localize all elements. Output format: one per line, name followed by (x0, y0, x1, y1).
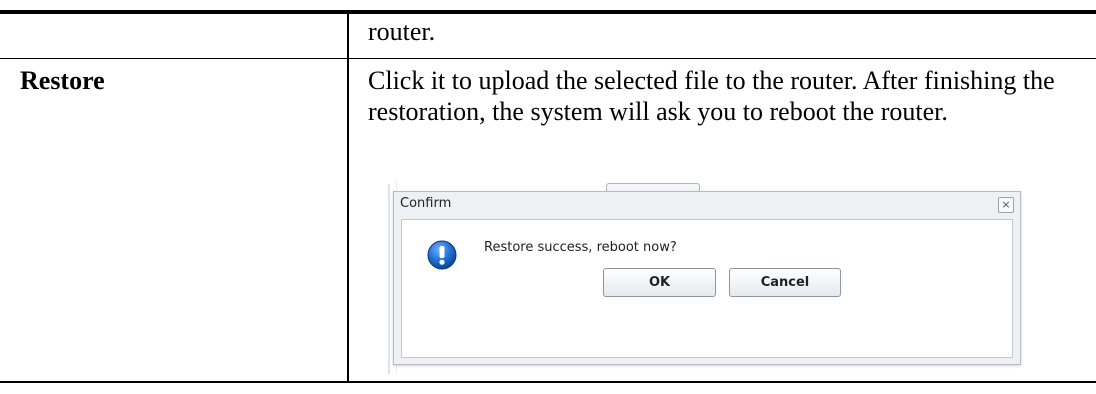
embedded-screenshot: Confirm × Restore success, reboot now? O… (380, 178, 1021, 378)
ok-button[interactable]: OK (603, 268, 716, 297)
table-row-divider (0, 58, 1096, 59)
confirm-dialog: Confirm × Restore success, reboot now? O… (393, 191, 1021, 365)
row2-description: Click it to upload the selected file to … (368, 66, 1055, 126)
table-column-divider (347, 12, 349, 382)
close-icon[interactable]: × (998, 197, 1014, 213)
dialog-title: Confirm (400, 196, 452, 211)
row2-label: Restore (20, 66, 105, 95)
warning-exclamation-icon (427, 240, 457, 270)
dialog-message: Restore success, reboot now? (484, 240, 677, 255)
background-line (388, 184, 390, 374)
cancel-button[interactable]: Cancel (729, 268, 841, 297)
table-bottom-rule (0, 381, 1096, 383)
dialog-body: Restore success, reboot now? OK Cancel (401, 219, 1013, 358)
row1-description: router. (368, 17, 436, 46)
table-top-rule (0, 10, 1096, 14)
